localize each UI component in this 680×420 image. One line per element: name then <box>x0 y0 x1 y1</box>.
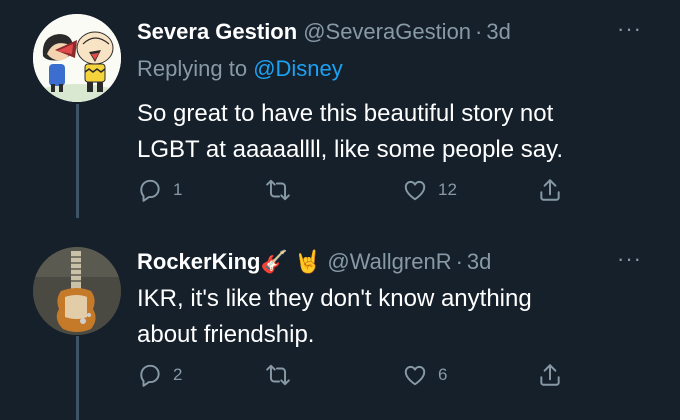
heart-icon <box>404 365 426 386</box>
share-icon <box>540 364 560 386</box>
avatar[interactable] <box>33 14 121 102</box>
mention-link[interactable]: @Disney <box>253 56 343 81</box>
tweet-text: So great to have this beautiful story no… <box>137 96 637 168</box>
tweet-severa-gestion[interactable]: Severa Gestion @SeveraGestion · 3d ··· R… <box>0 0 680 212</box>
tweet-text-line: So great to have this beautiful story no… <box>137 100 554 127</box>
reply-button[interactable]: 1 <box>137 175 182 205</box>
avatar-image <box>33 14 121 102</box>
reply-button[interactable]: 2 <box>137 360 182 390</box>
like-button[interactable]: 12 <box>402 175 457 205</box>
like-count: 6 <box>438 365 448 384</box>
share-icon <box>540 179 560 201</box>
user-handle[interactable]: @WallgrenR <box>327 249 451 275</box>
share-button[interactable] <box>537 175 563 205</box>
more-icon[interactable]: ··· <box>617 248 642 270</box>
tweet-actions: 2 6 <box>137 360 567 390</box>
like-button[interactable]: 6 <box>402 360 447 390</box>
tweet-header: RockerKing🎸 🤘 @WallgrenR · 3d <box>137 247 491 277</box>
retweet-button[interactable] <box>265 175 301 205</box>
retweet-icon <box>266 179 290 201</box>
tweet-text-line: LGBT at aaaaallll, like some people say. <box>137 136 564 163</box>
display-name[interactable]: Severa Gestion <box>137 19 297 45</box>
reply-count: 1 <box>173 180 183 199</box>
tweet-text: IKR, it's like they don't know anything … <box>137 281 637 353</box>
reply-icon <box>140 364 160 387</box>
separator-dot: · <box>475 19 483 44</box>
tweet-text-line: about friendship. <box>137 321 315 348</box>
replying-to-label: Replying to <box>137 56 254 81</box>
like-count: 12 <box>438 180 457 199</box>
share-button[interactable] <box>537 360 563 390</box>
more-icon[interactable]: ··· <box>617 18 642 40</box>
display-name[interactable]: RockerKing🎸 🤘 <box>137 249 321 275</box>
timestamp[interactable]: 3d <box>486 19 510 45</box>
tweet-text-line: IKR, it's like they don't know anything <box>137 285 532 312</box>
timestamp[interactable]: 3d <box>467 249 491 275</box>
separator-dot: · <box>455 249 463 274</box>
retweet-icon <box>266 364 290 386</box>
heart-icon <box>404 180 426 201</box>
retweet-button[interactable] <box>265 360 301 390</box>
tweet-header: Severa Gestion @SeveraGestion · 3d <box>137 17 511 47</box>
avatar-image <box>33 247 121 335</box>
reply-count: 2 <box>173 365 183 384</box>
tweet-actions: 1 12 <box>137 175 567 205</box>
avatar[interactable] <box>33 247 121 335</box>
replying-to: Replying to @Disney <box>137 56 343 82</box>
reply-icon <box>140 179 160 202</box>
user-handle[interactable]: @SeveraGestion <box>303 19 471 45</box>
